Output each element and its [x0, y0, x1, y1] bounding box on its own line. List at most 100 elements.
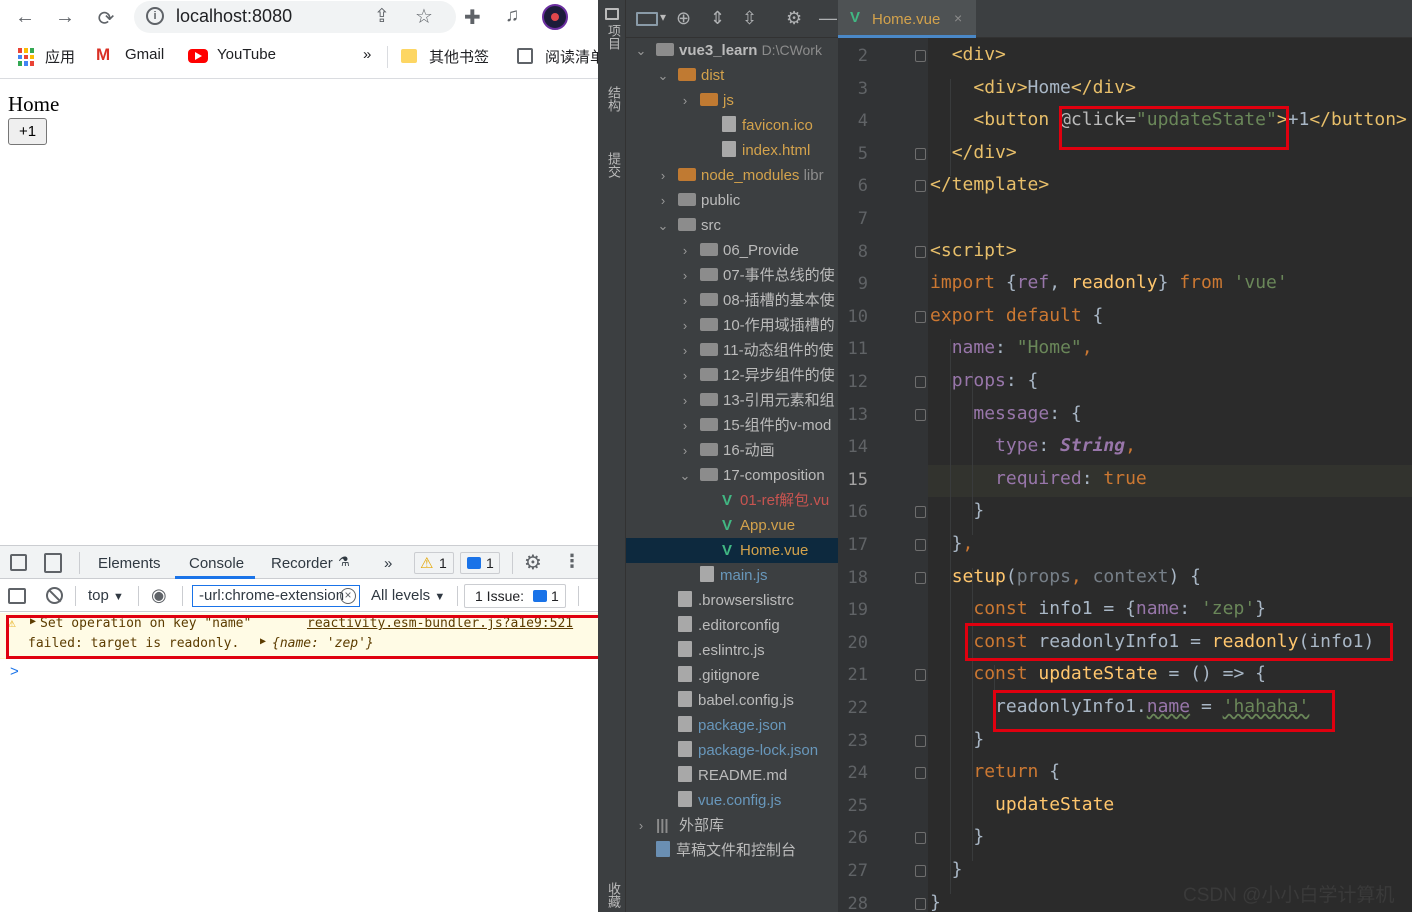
fold-marker-icon[interactable]	[915, 408, 926, 421]
chevron-down-icon[interactable]: ⌄	[634, 38, 648, 63]
tree-item[interactable]: › 11-动态组件的使	[626, 338, 838, 363]
tree-item[interactable]: package-lock.json	[626, 738, 838, 763]
side-tab-favorites[interactable]: 收藏	[604, 882, 623, 908]
code-line[interactable]: return {	[930, 761, 1060, 782]
chevron-right-icon[interactable]: ›	[678, 438, 692, 463]
fold-marker-icon[interactable]	[915, 669, 926, 682]
kebab-menu-icon[interactable]: ⋮	[563, 551, 581, 572]
chevron-right-icon[interactable]: ›	[678, 313, 692, 338]
fold-marker-icon[interactable]	[915, 245, 926, 258]
tree-item[interactable]: main.js	[626, 563, 838, 588]
tree-item[interactable]: index.html	[626, 138, 838, 163]
chevron-right-icon[interactable]: ›	[678, 388, 692, 413]
tree-root[interactable]: ⌄ vue3_learn D:\CWork	[626, 38, 838, 63]
context-selector[interactable]: top ▼	[88, 587, 124, 604]
chevron-down-icon[interactable]: ⌄	[678, 463, 692, 488]
code-line[interactable]: name: "Home",	[930, 337, 1093, 358]
code-line[interactable]: message: {	[930, 403, 1081, 424]
code-line[interactable]: <script>	[930, 240, 1017, 261]
tree-item[interactable]: ⌄ dist	[626, 63, 838, 88]
tree-item[interactable]: V Home.vue	[626, 538, 838, 563]
code-line[interactable]: props: {	[930, 370, 1039, 391]
fold-marker-icon[interactable]	[915, 376, 926, 388]
chevron-right-icon[interactable]: ›	[634, 813, 648, 838]
forward-icon[interactable]: →	[53, 6, 77, 29]
code-line[interactable]: export default {	[930, 305, 1103, 326]
log-levels-dropdown[interactable]: All levels ▼	[371, 587, 445, 604]
locate-icon[interactable]: ⊕	[676, 8, 691, 29]
code-line[interactable]: }	[930, 859, 963, 880]
code-line[interactable]: }	[930, 500, 984, 521]
tree-item[interactable]: › 08-插槽的基本使	[626, 288, 838, 313]
extensions-icon[interactable]: ✚	[464, 5, 481, 30]
fold-marker-icon[interactable]	[915, 539, 926, 551]
chevron-right-icon[interactable]: ›	[678, 338, 692, 363]
code-line[interactable]: }	[930, 826, 984, 847]
fold-marker-icon[interactable]	[915, 506, 926, 519]
reload-icon[interactable]: ⟳	[94, 6, 118, 31]
chevron-right-icon[interactable]: ›	[678, 88, 692, 113]
chevron-right-icon[interactable]: ›	[678, 413, 692, 438]
chevron-down-icon[interactable]: ⌄	[656, 63, 670, 88]
fold-marker-icon[interactable]	[915, 865, 926, 877]
bookmark-reading-list[interactable]: 阅读清单	[545, 46, 598, 67]
console-filter-input[interactable]: -url:chrome-extension	[192, 585, 360, 607]
dropdown-arrow-icon[interactable]: ▾	[660, 10, 666, 24]
code-line[interactable]: },	[930, 533, 974, 554]
expand-all-icon[interactable]: ⇕	[710, 8, 725, 29]
fold-marker-icon[interactable]	[915, 50, 926, 62]
side-tab-project[interactable]: 项目	[604, 24, 623, 50]
tree-item[interactable]: favicon.ico	[626, 113, 838, 138]
fold-marker-icon[interactable]	[915, 767, 926, 780]
tree-item[interactable]: › public	[626, 188, 838, 213]
tree-item[interactable]: › 16-动画	[626, 438, 838, 463]
tab-home-vue[interactable]: V Home.vue ×	[838, 0, 976, 38]
tree-item[interactable]: › node_modules libr	[626, 163, 838, 188]
increment-button[interactable]: +1	[8, 118, 47, 145]
tree-item[interactable]: › 10-作用域插槽的	[626, 313, 838, 338]
tab-recorder[interactable]: Recorder	[271, 555, 333, 572]
back-icon[interactable]: ←	[13, 6, 37, 29]
fold-marker-icon[interactable]	[915, 180, 926, 193]
tree-item[interactable]: V App.vue	[626, 513, 838, 538]
side-tab-commit[interactable]: 提交	[604, 152, 623, 178]
info-icon[interactable]: i	[146, 7, 164, 25]
bookmarks-overflow[interactable]: »	[363, 46, 371, 63]
collapse-all-icon[interactable]: ⇳	[742, 8, 757, 29]
more-tabs-button[interactable]: »	[384, 555, 392, 572]
code-line[interactable]: </div>	[930, 142, 1017, 163]
fold-marker-icon[interactable]	[915, 310, 926, 323]
chevron-right-icon[interactable]: ›	[678, 363, 692, 388]
code-line[interactable]: }	[930, 729, 984, 750]
fold-marker-icon[interactable]	[915, 147, 926, 160]
chevron-right-icon[interactable]: ›	[656, 163, 670, 188]
side-tab-structure[interactable]: 结构	[604, 86, 623, 112]
clear-console-icon[interactable]	[46, 587, 63, 604]
tree-item[interactable]: .eslintrc.js	[626, 638, 838, 663]
chevron-right-icon[interactable]: ›	[678, 288, 692, 313]
chevron-right-icon[interactable]: ›	[678, 263, 692, 288]
code-line[interactable]: required: true	[930, 468, 1147, 489]
chevron-right-icon[interactable]: ›	[678, 238, 692, 263]
code-line[interactable]: import {ref, readonly} from 'vue'	[930, 272, 1288, 293]
project-icon[interactable]	[605, 8, 619, 20]
tab-console[interactable]: Console	[189, 555, 244, 572]
fold-marker-icon[interactable]	[915, 571, 926, 584]
tab-elements[interactable]: Elements	[98, 555, 161, 572]
share-icon[interactable]: ⇪	[374, 5, 390, 28]
code-line[interactable]: setup(props, context) {	[930, 566, 1201, 587]
tree-item[interactable]: › 07-事件总线的使	[626, 263, 838, 288]
address-bar[interactable]: i localhost:8080 ⇪ ☆	[134, 1, 456, 33]
tree-item[interactable]: .editorconfig	[626, 613, 838, 638]
tree-item[interactable]: package.json	[626, 713, 838, 738]
url-text[interactable]: localhost:8080	[176, 6, 292, 27]
tree-item[interactable]: V 01-ref解包.vu	[626, 488, 838, 513]
tree-item[interactable]: › 06_Provide	[626, 238, 838, 263]
bookmark-youtube[interactable]: YouTube	[217, 46, 276, 63]
code-line[interactable]: const updateState = () => {	[930, 663, 1266, 684]
chevron-right-icon[interactable]: ›	[656, 188, 670, 213]
clear-filter-icon[interactable]: ×	[340, 588, 356, 604]
settings-icon[interactable]: ⚙	[786, 8, 802, 29]
bookmark-apps[interactable]: 应用	[45, 46, 75, 67]
minimize-icon[interactable]: —	[819, 8, 837, 29]
